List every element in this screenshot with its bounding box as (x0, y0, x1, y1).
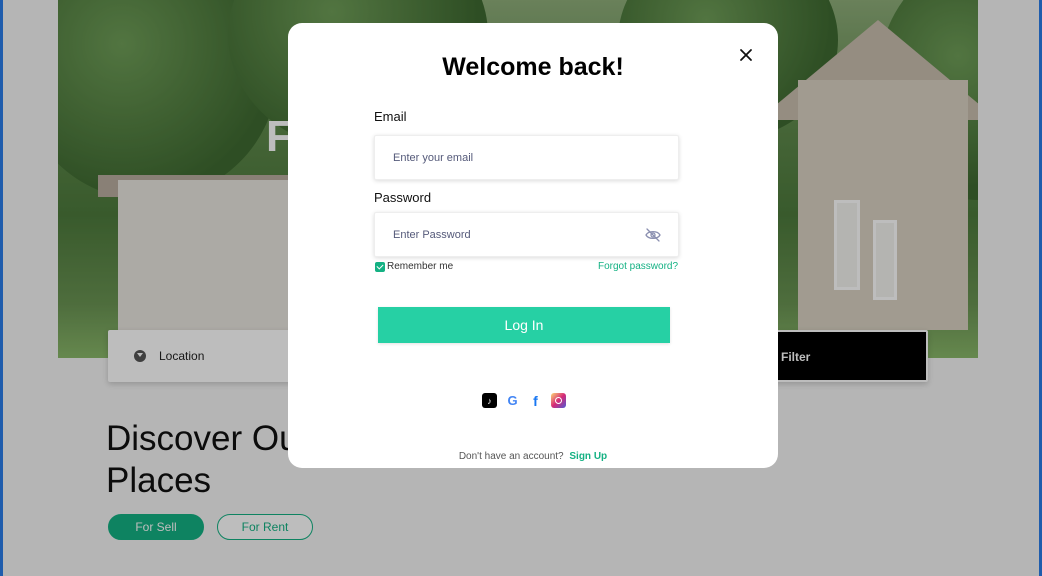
forgot-password-link[interactable]: Forgot password? (598, 261, 678, 272)
email-field-wrapper (374, 135, 679, 180)
signup-prompt: Don't have an account? (458, 451, 564, 462)
remember-label: Remember me (387, 261, 454, 272)
login-button[interactable]: Log In (378, 307, 670, 343)
modal-title: Welcome back! (442, 53, 624, 81)
eye-off-icon[interactable] (645, 228, 661, 242)
tiktok-icon[interactable]: ♪ (482, 393, 497, 408)
email-field[interactable] (393, 136, 633, 179)
password-label: Password (374, 190, 432, 205)
password-field-wrapper (374, 212, 679, 257)
google-icon[interactable]: G (505, 393, 520, 408)
password-field[interactable] (393, 213, 633, 256)
signup-row: Don't have an account? Sign Up (288, 451, 778, 462)
login-modal: Welcome back! Email Password Remember me… (288, 23, 778, 468)
signup-link[interactable]: Sign Up (569, 451, 607, 462)
email-label: Email (374, 109, 407, 124)
remember-checkbox[interactable] (375, 261, 385, 272)
facebook-icon[interactable]: f (528, 393, 543, 409)
remember-me[interactable]: Remember me (375, 261, 453, 272)
social-login-row: ♪ G f (482, 393, 566, 409)
instagram-icon[interactable] (551, 393, 566, 408)
